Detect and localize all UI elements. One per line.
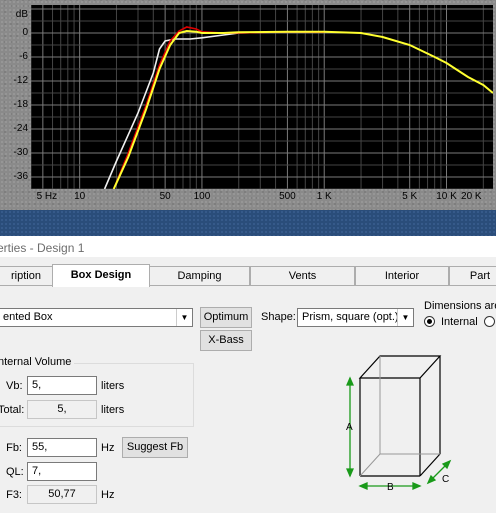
tab-interior[interactable]: Interior — [355, 266, 449, 285]
frequency-response-panel: dB 0 -6 -12 -18 -24 -30 -36 5 Hz 10 50 100 500 1 K 5… — [0, 0, 496, 210]
tab-parts[interactable]: Part — [449, 266, 496, 285]
internal-volume-label: nternal Volume — [0, 356, 75, 368]
x-tick-label: 20 K — [461, 191, 482, 202]
y-tick-label: -18 — [13, 99, 28, 110]
x-tick-label: 5 K — [402, 191, 418, 202]
y-unit-label: dB — [15, 9, 28, 20]
f3-label: F3: — [6, 489, 22, 501]
ql-label: QL: — [6, 466, 24, 478]
tab-strip: ription Box Design Damping Vents Interio… — [0, 258, 496, 287]
x-tick-label: 10 K — [436, 191, 457, 202]
tab-box-design[interactable]: Box Design — [52, 264, 150, 287]
dialog-titlebar[interactable]: erties - Design 1 — [0, 239, 496, 257]
fb-label: Fb: — [6, 442, 22, 454]
x-tick-label: 10 — [74, 191, 86, 202]
frequency-response-plot[interactable] — [31, 5, 493, 189]
decorative-strip — [0, 210, 496, 236]
radio-external[interactable] — [484, 316, 495, 327]
vb-input[interactable]: 5, — [27, 376, 97, 395]
x-tick-label: 100 — [193, 191, 211, 202]
x-tick-label: 50 — [159, 191, 171, 202]
shape-select[interactable]: Prism, square (opt.) ▼ — [297, 308, 414, 327]
dimensions-label: Dimensions are — [424, 300, 496, 312]
radio-internal[interactable] — [424, 316, 435, 327]
shape-label: Shape: — [261, 311, 296, 323]
vb-unit: liters — [101, 380, 125, 392]
total-volume-value: 5, — [27, 400, 97, 419]
y-tick-label: 0 — [22, 27, 28, 38]
fb-input[interactable]: 55, — [27, 438, 97, 457]
xbass-button[interactable]: X-Bass — [200, 330, 252, 351]
shape-value: Prism, square (opt.) — [302, 311, 399, 323]
total-unit: liters — [101, 404, 125, 416]
dimension-c-label: C — [442, 474, 449, 485]
y-tick-label: -24 — [13, 123, 28, 134]
y-tick-label: -36 — [13, 171, 28, 182]
f3-value: 50,77 — [27, 485, 97, 504]
box-type-select[interactable]: ented Box ▼ — [0, 308, 193, 327]
dimension-b-label: B — [387, 482, 394, 493]
tab-vents[interactable]: Vents — [250, 266, 355, 285]
chevron-down-icon[interactable]: ▼ — [397, 309, 413, 326]
chevron-down-icon[interactable]: ▼ — [176, 309, 192, 326]
f3-unit: Hz — [101, 489, 115, 501]
ql-input[interactable]: 7, — [27, 462, 97, 481]
dialog-title: erties - Design 1 — [0, 241, 85, 255]
suggest-fb-button[interactable]: Suggest Fb — [122, 437, 188, 458]
y-tick-label: -12 — [13, 75, 28, 86]
fb-unit: Hz — [101, 442, 115, 454]
y-tick-label: -30 — [13, 147, 28, 158]
tab-description[interactable]: ription — [0, 266, 56, 285]
tab-damping[interactable]: Damping — [149, 266, 250, 285]
y-tick-label: -6 — [19, 51, 28, 62]
x-tick-label: 5 Hz — [36, 191, 58, 202]
total-label: Total: — [0, 404, 25, 416]
optimum-button[interactable]: Optimum — [200, 307, 252, 328]
box-dimensions-diagram: A B C — [346, 355, 452, 493]
x-tick-label: 1 K — [316, 191, 332, 202]
radio-internal-label: Internal — [441, 316, 478, 328]
box-design-panel: ented Box ▼ Optimum X-Bass Shape: Prism,… — [0, 285, 496, 513]
vb-label: Vb: — [6, 380, 23, 392]
box-type-value: ented Box — [3, 311, 53, 323]
dimension-a-label: A — [346, 422, 353, 433]
x-tick-label: 500 — [279, 191, 296, 202]
